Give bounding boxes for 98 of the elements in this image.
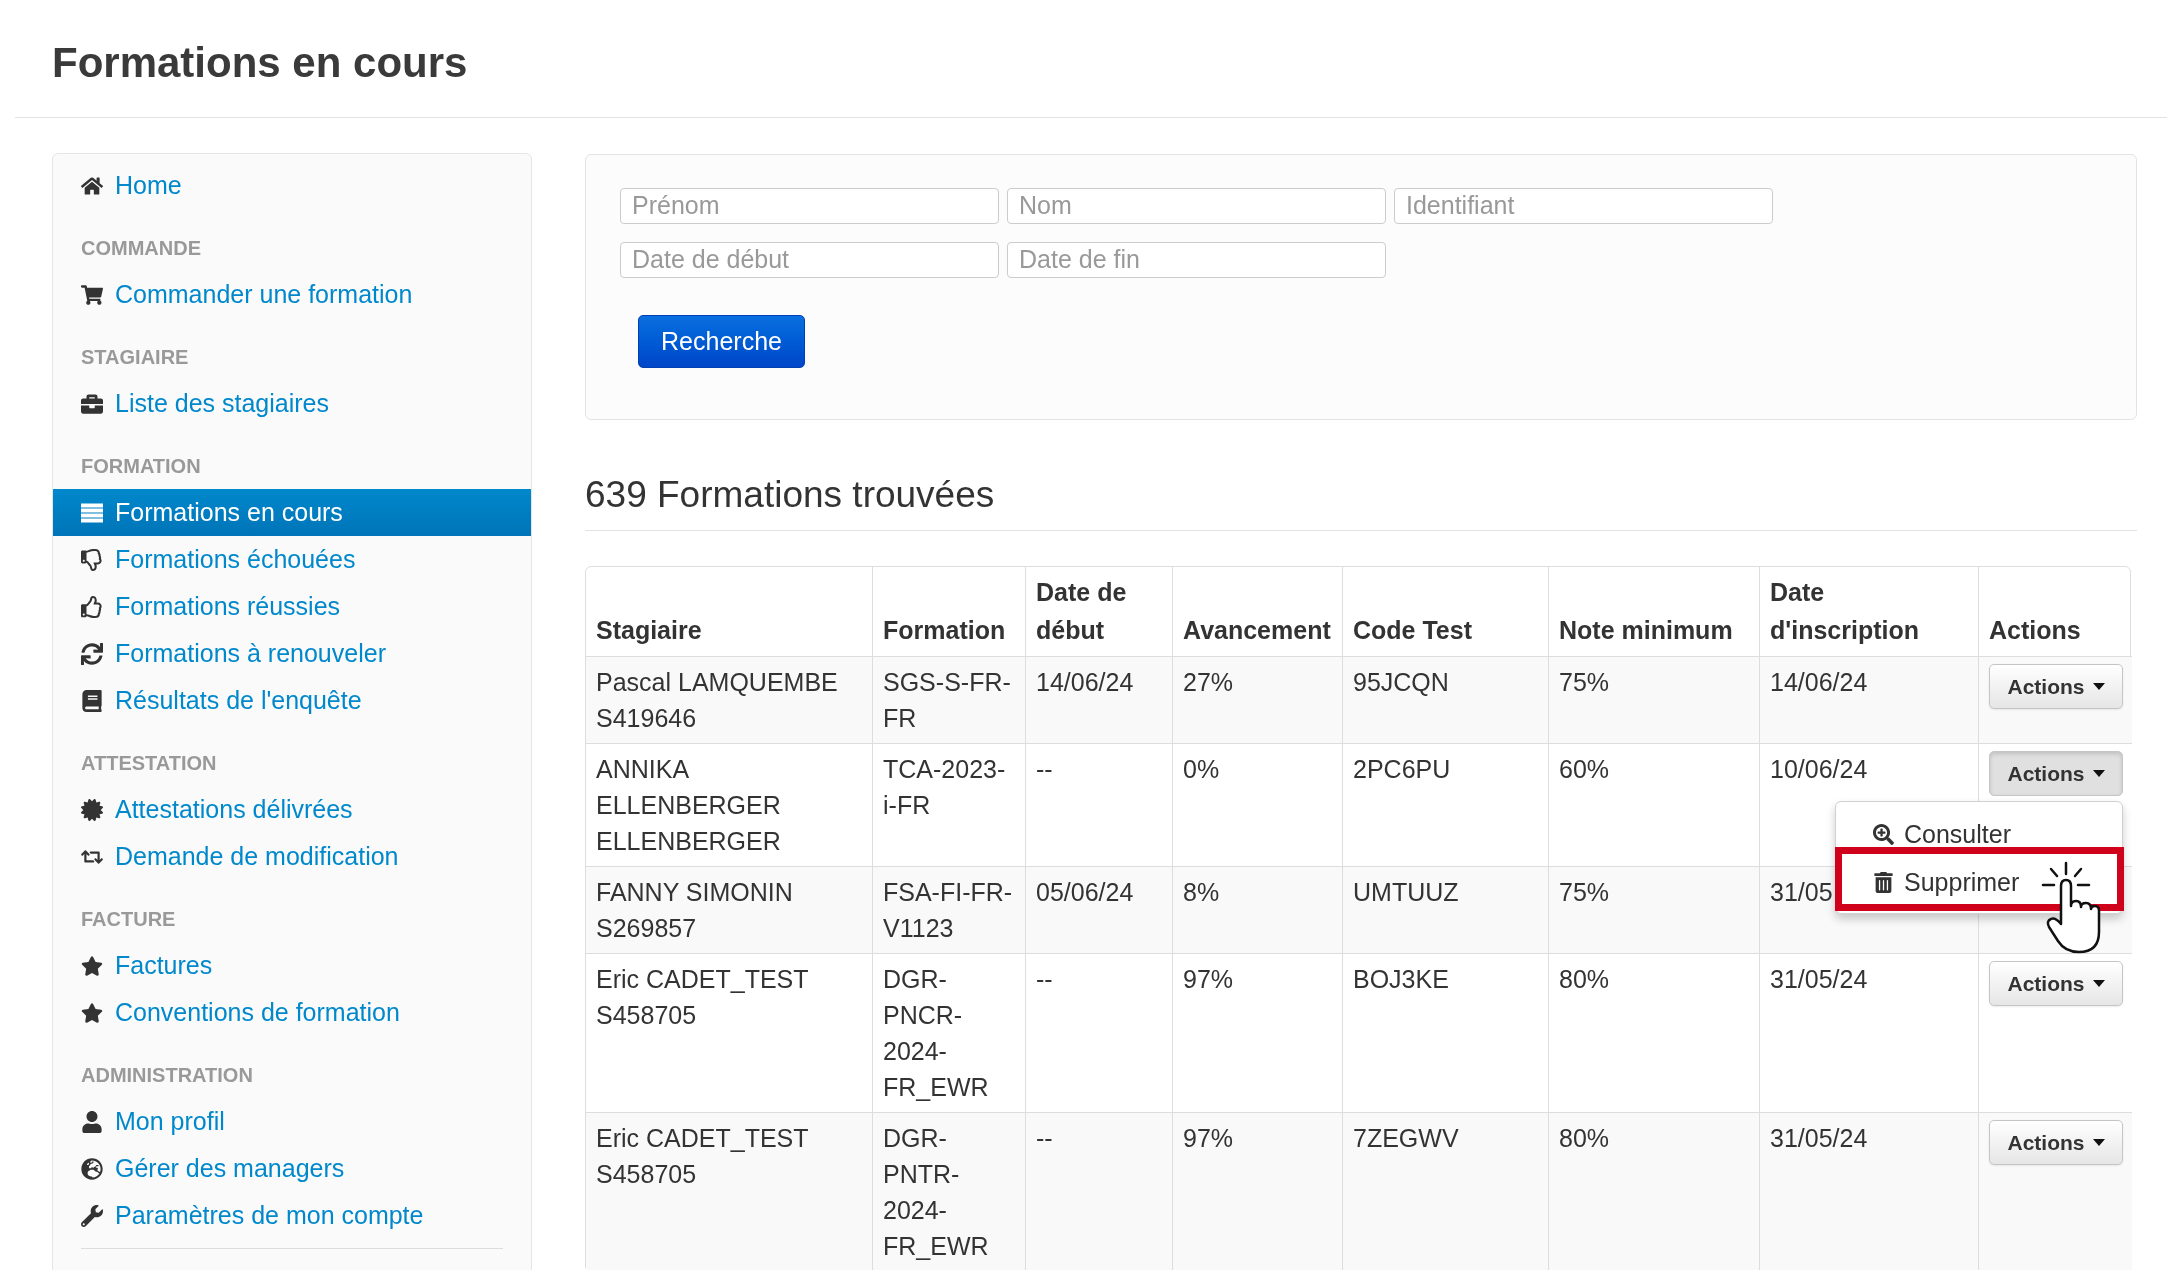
table-cell-text: Pascal LAMQUEMBE S419646 xyxy=(596,667,838,734)
sidebar-link[interactable]: Mon profil xyxy=(53,1098,531,1145)
table-cell-text: 0% xyxy=(1183,754,1220,785)
table-cell-text: BOJ3KE xyxy=(1353,964,1449,995)
home-icon xyxy=(81,174,103,197)
table-cell-text: FSA-FI-FR-V1123 xyxy=(883,877,1014,944)
section-heading: ADMINISTRATION xyxy=(81,1064,253,1085)
actions-button[interactable]: Actions xyxy=(1989,664,2123,709)
results-heading: 639 Formations trouvées xyxy=(585,473,995,517)
caret-icon xyxy=(2092,1139,2105,1146)
table-cell-text: Eric CADET_TEST S458705 xyxy=(596,964,809,1031)
briefcase-icon xyxy=(81,392,103,415)
column-header: Actions xyxy=(1989,615,2081,644)
caret-icon xyxy=(2092,683,2105,690)
section-heading: ATTESTATION xyxy=(81,752,217,773)
table-cell-text: 10/06/24 xyxy=(1770,754,1868,785)
table-cell-text: 27% xyxy=(1183,667,1234,698)
sidebar-link[interactable]: Demande de modification xyxy=(53,833,531,880)
table-cell-text: ANNIKA ELLENBERGER ELLENBERGER xyxy=(596,754,782,857)
table-cell-text: -- xyxy=(1036,964,1053,995)
table-cell-text: 95JCQN xyxy=(1353,667,1449,698)
table-cell-text: Eric CADET_TEST S458705 xyxy=(596,1123,809,1190)
sidebar-link[interactable]: Attestations délivrées xyxy=(53,786,531,833)
table-cell-text: 31/05 xyxy=(1770,877,1833,908)
table-cell-text: 75% xyxy=(1559,877,1610,908)
table-cell-text: 80% xyxy=(1559,1123,1610,1154)
table-cell-text: 14/06/24 xyxy=(1770,667,1868,698)
thumbs-up-icon xyxy=(81,595,103,618)
column-header: Date d'inscription xyxy=(1770,578,1919,644)
sidebar-link[interactable]: Formations réussies xyxy=(53,583,531,630)
column-header: Avancement xyxy=(1183,615,1331,644)
table-cell-text: 80% xyxy=(1559,964,1610,995)
cart-icon xyxy=(81,283,103,306)
trash-icon xyxy=(1873,871,1894,893)
column-header: Note minimum xyxy=(1559,615,1733,644)
input-field[interactable]: Date de fin xyxy=(1007,242,1386,278)
menu-item[interactable]: Supprimer xyxy=(1873,869,2024,895)
input-field[interactable]: Identifiant xyxy=(1394,188,1773,224)
column-header: Code Test xyxy=(1353,615,1472,644)
caret-icon xyxy=(2092,980,2105,987)
column-header: Date de début xyxy=(1036,578,1127,644)
table-cell-text: 97% xyxy=(1183,964,1234,995)
input-field[interactable]: Nom xyxy=(1007,188,1386,224)
table-cell-text: 7ZEGWV xyxy=(1353,1123,1459,1154)
table-cell-text: -- xyxy=(1036,1123,1053,1154)
sidebar-link[interactable]: Commander une formation xyxy=(53,271,531,318)
actions-button[interactable]: Actions xyxy=(1989,1120,2123,1165)
table-cell-text: SGS-S-FR-FR xyxy=(883,667,1012,734)
search-button[interactable]: Recherche xyxy=(638,315,805,368)
table-cell-text: 31/05/24 xyxy=(1770,964,1868,995)
input-field[interactable]: Prénom xyxy=(620,188,999,224)
table-cell-text: 75% xyxy=(1559,667,1610,698)
input-field[interactable]: Date de début xyxy=(620,242,999,278)
star-icon xyxy=(81,1001,103,1024)
sidebar-link[interactable]: Formations échouées xyxy=(53,536,531,583)
sidebar-link[interactable]: Formations en cours xyxy=(53,489,531,536)
actions-button[interactable]: Actions xyxy=(1989,961,2123,1006)
table-cell-text: 8% xyxy=(1183,877,1220,908)
column-header: Stagiaire xyxy=(596,615,702,644)
wrench-icon xyxy=(81,1204,103,1227)
table-cell-text: 05/06/24 xyxy=(1036,877,1134,908)
table-cell-text: 2PC6PU xyxy=(1353,754,1451,785)
table-cell-text: DGR-PNCR-2024-FR_EWR xyxy=(883,964,990,1103)
thumbs-down-icon xyxy=(81,548,103,571)
table-cell-text: 31/05/24 xyxy=(1770,1123,1868,1154)
table-cell-text: 60% xyxy=(1559,754,1610,785)
table-cell-text: FANNY SIMONIN S269857 xyxy=(596,877,793,944)
sidebar-link[interactable]: Liste des stagiaires xyxy=(53,380,531,427)
refresh-icon xyxy=(81,642,103,665)
section-heading: STAGIAIRE xyxy=(81,346,189,367)
sidebar-link[interactable]: Paramètres de mon compte xyxy=(53,1192,531,1239)
caret-icon xyxy=(2092,770,2105,777)
table-cell-text: 97% xyxy=(1183,1123,1234,1154)
menu-item[interactable]: Consulter xyxy=(1873,821,2015,847)
table-cell-text: DGR-PNTR-2024-FR_EWR xyxy=(883,1123,990,1262)
table-cell-text: UMTUUZ xyxy=(1353,877,1459,908)
column-header: Formation xyxy=(883,615,1006,644)
starburst-icon xyxy=(81,798,103,821)
table-cell-text: -- xyxy=(1036,754,1053,785)
section-heading: FACTURE xyxy=(81,908,176,929)
sidebar-link[interactable]: Gérer des managers xyxy=(53,1145,531,1192)
section-heading: COMMANDE xyxy=(81,237,201,258)
book-icon xyxy=(81,689,103,712)
user-icon xyxy=(81,1110,103,1133)
table-cell-text: 14/06/24 xyxy=(1036,667,1134,698)
list-icon xyxy=(81,501,103,524)
actions-button[interactable]: Actions xyxy=(1989,751,2123,796)
sidebar-link[interactable]: Home xyxy=(53,162,531,209)
sidebar-link[interactable]: Conventions de formation xyxy=(53,989,531,1036)
star-icon xyxy=(81,954,103,977)
section-heading: FORMATION xyxy=(81,455,201,476)
sidebar-link[interactable]: Formations à renouveler xyxy=(53,630,531,677)
globe-icon xyxy=(81,1157,103,1180)
sidebar-link[interactable]: Factures xyxy=(53,942,531,989)
table-cell-text: TCA-2023-i-FR xyxy=(883,754,1007,821)
zoom-in-icon xyxy=(1873,823,1894,845)
page-title: Formations en cours xyxy=(52,38,468,88)
sidebar-link[interactable]: Résultats de l'enquête xyxy=(53,677,531,724)
